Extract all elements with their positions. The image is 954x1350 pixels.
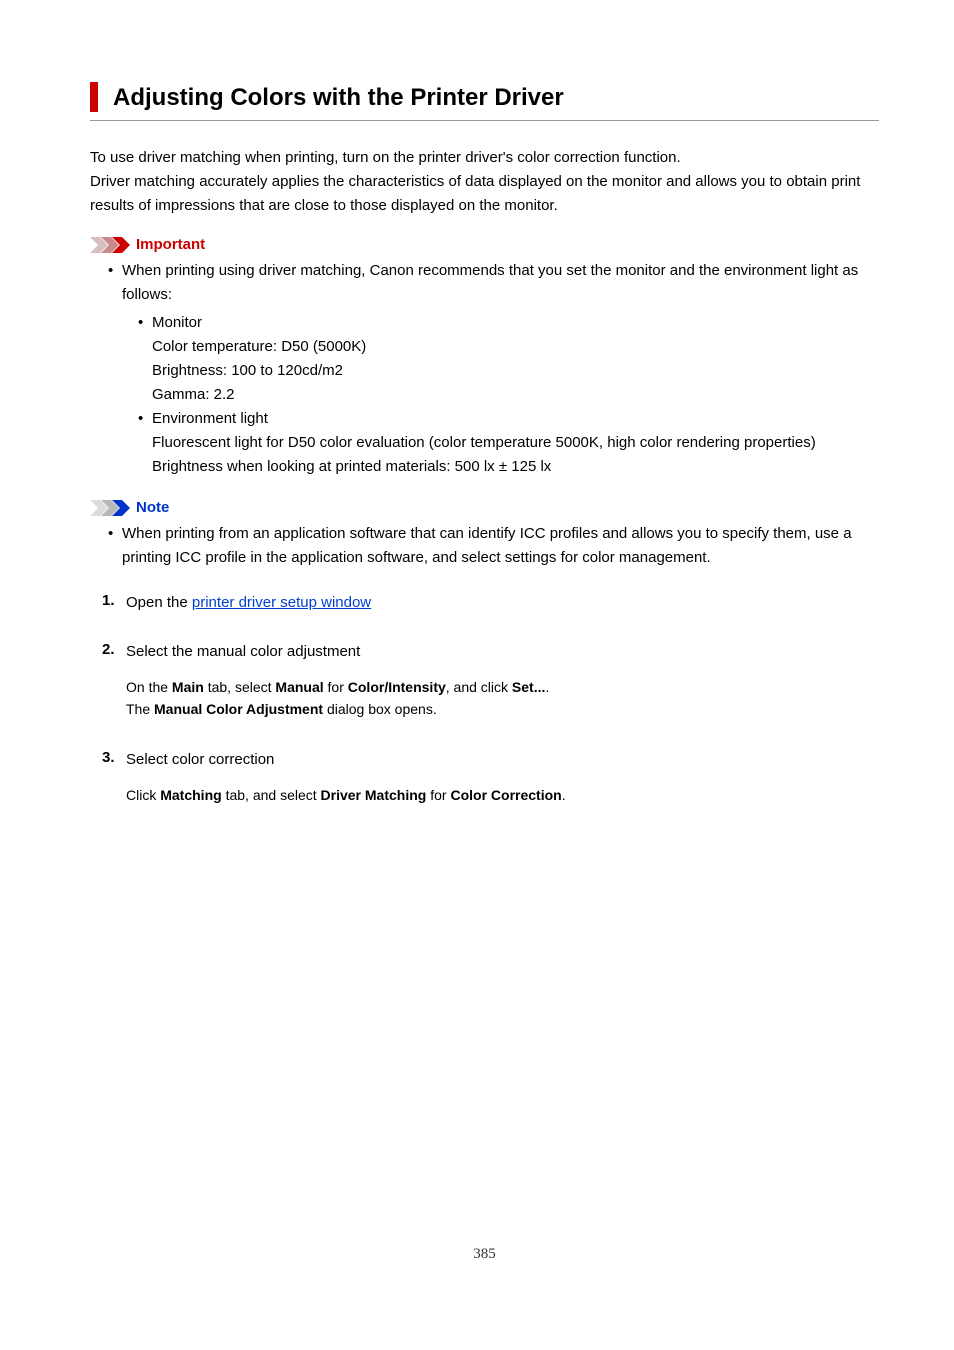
monitor-line-3: Gamma: 2.2 <box>152 383 879 407</box>
document-page: Adjusting Colors with the Printer Driver… <box>0 0 954 1303</box>
monitor-line-2: Brightness: 100 to 120cd/m2 <box>152 359 879 383</box>
bullet-icon: • <box>138 311 143 335</box>
note-label: Note <box>136 499 169 516</box>
important-sublist: • Monitor Color temperature: D50 (5000K)… <box>122 311 879 479</box>
envlight-line-1: Fluorescent light for D50 color evaluati… <box>152 431 879 455</box>
step-2-title: Select the manual color adjustment <box>126 641 879 662</box>
envlight-label: Environment light <box>152 410 268 427</box>
page-title-row: Adjusting Colors with the Printer Driver <box>90 82 879 121</box>
title-accent-bar <box>90 82 98 112</box>
step-3-title: Select color correction <box>126 749 879 770</box>
step-2: 2. Select the manual color adjustment On… <box>90 641 879 721</box>
step-2-bold-main: Main <box>172 679 204 695</box>
step-2-bold-manual: Manual <box>275 679 323 695</box>
page-title: Adjusting Colors with the Printer Driver <box>113 82 564 112</box>
step-2-text: The <box>126 701 154 717</box>
step-2-body: On the Main tab, select Manual for Color… <box>126 676 879 721</box>
intro-paragraph-1: To use driver matching when printing, tu… <box>90 146 879 170</box>
important-label: Important <box>136 236 205 253</box>
important-header: Important <box>90 236 879 253</box>
note-header: Note <box>90 499 879 516</box>
step-2-text: . <box>545 679 549 695</box>
step-2-bold-color-intensity: Color/Intensity <box>348 679 446 695</box>
step-2-number: 2. <box>102 641 115 658</box>
page-number: 385 <box>90 1246 879 1263</box>
step-2-text: On the <box>126 679 172 695</box>
step-3-bold-matching: Matching <box>160 787 221 803</box>
important-list: When printing using driver matching, Can… <box>90 259 879 479</box>
printer-driver-setup-link[interactable]: printer driver setup window <box>192 594 371 611</box>
monitor-line-1: Color temperature: D50 (5000K) <box>152 335 879 359</box>
bullet-icon: • <box>138 407 143 431</box>
monitor-item: • Monitor Color temperature: D50 (5000K)… <box>122 311 879 407</box>
step-1-number: 1. <box>102 592 115 609</box>
step-2-text: tab, select <box>204 679 276 695</box>
note-item-1: When printing from an application softwa… <box>90 522 879 570</box>
steps-list: 1. Open the printer driver setup window … <box>90 592 879 806</box>
step-1: 1. Open the printer driver setup window <box>90 592 879 613</box>
important-item-1-text: When printing using driver matching, Can… <box>122 262 858 303</box>
note-arrows-icon <box>90 500 130 516</box>
step-1-title: Open the printer driver setup window <box>126 592 879 613</box>
monitor-label: Monitor <box>152 314 202 331</box>
step-3-body: Click Matching tab, and select Driver Ma… <box>126 784 879 806</box>
envlight-item: • Environment light Fluorescent light fo… <box>122 407 879 479</box>
step-3-text: . <box>562 787 566 803</box>
step-3-text: Click <box>126 787 160 803</box>
step-2-text: , and click <box>446 679 512 695</box>
note-list: When printing from an application softwa… <box>90 522 879 570</box>
important-arrows-icon <box>90 237 130 253</box>
step-3-text: for <box>426 787 450 803</box>
step-2-bold-dialog: Manual Color Adjustment <box>154 701 323 717</box>
step-3-bold-driver-matching: Driver Matching <box>321 787 427 803</box>
important-item-1: When printing using driver matching, Can… <box>90 259 879 479</box>
envlight-line-2: Brightness when looking at printed mater… <box>152 455 879 479</box>
intro-paragraph-2: Driver matching accurately applies the c… <box>90 170 879 218</box>
step-3-bold-color-correction: Color Correction <box>450 787 561 803</box>
step-3: 3. Select color correction Click Matchin… <box>90 749 879 806</box>
note-item-1-text: When printing from an application softwa… <box>122 525 852 566</box>
step-3-text: tab, and select <box>222 787 321 803</box>
step-2-text: dialog box opens. <box>323 701 437 717</box>
intro-text: To use driver matching when printing, tu… <box>90 146 879 218</box>
step-1-prefix: Open the <box>126 594 192 611</box>
step-2-text: for <box>324 679 348 695</box>
step-3-number: 3. <box>102 749 115 766</box>
step-2-bold-set: Set... <box>512 679 545 695</box>
